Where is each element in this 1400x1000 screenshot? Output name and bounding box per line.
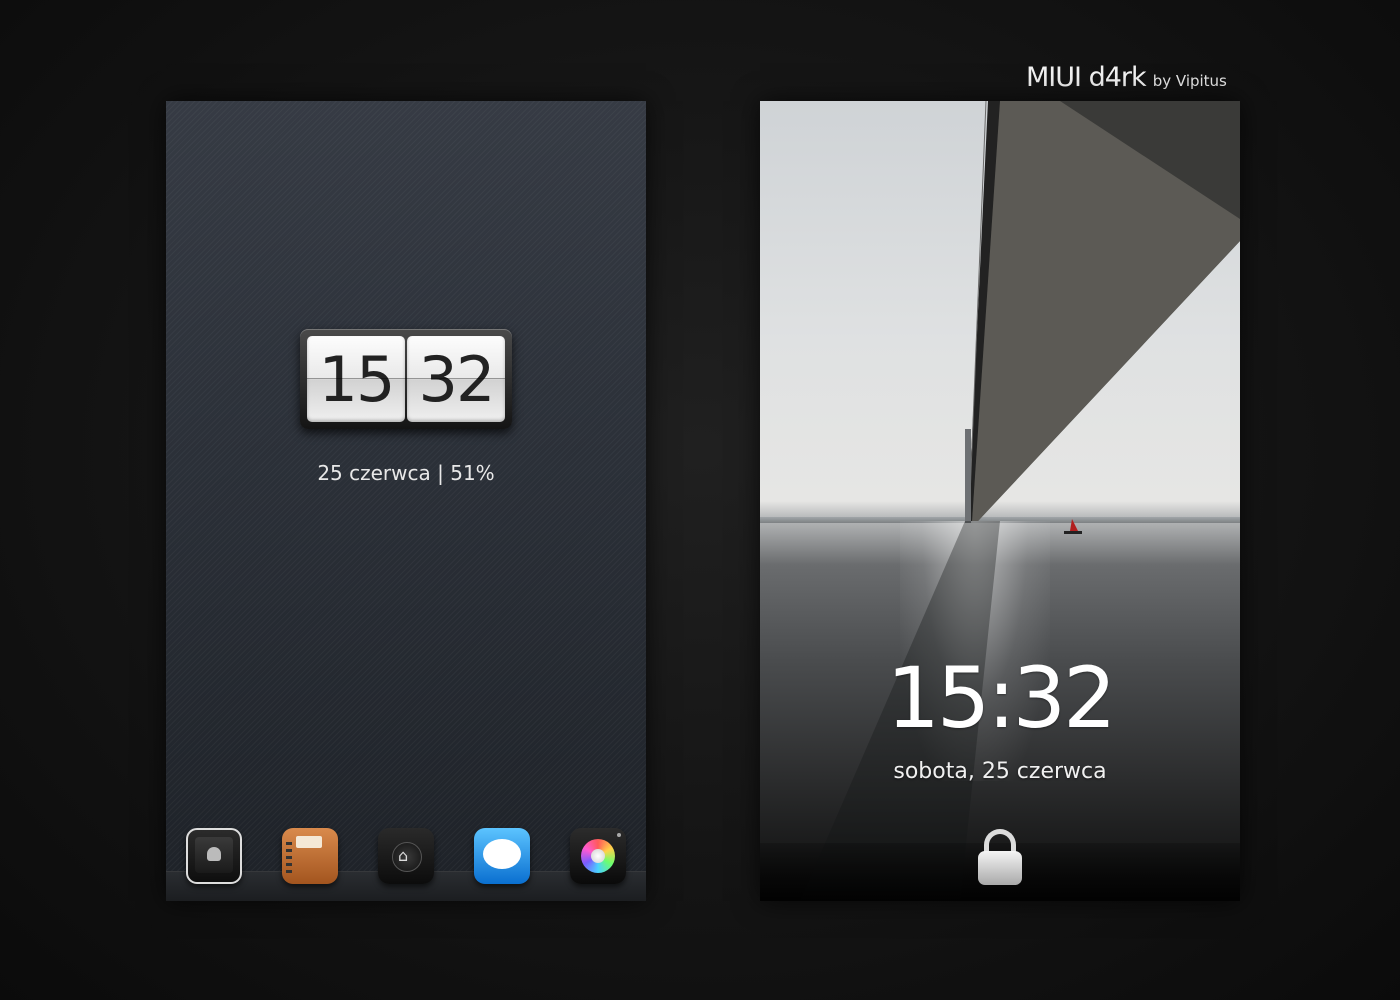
- clock-minutes: 32: [407, 336, 505, 422]
- camera-lens-core: [591, 849, 605, 863]
- lock-icon[interactable]: [976, 825, 1024, 889]
- lock-body: [978, 851, 1022, 885]
- house-icon: ⌂: [398, 846, 409, 865]
- contacts-book-icon[interactable]: [282, 828, 338, 884]
- contacts-paper: [296, 836, 322, 848]
- camera-icon[interactable]: [570, 828, 626, 884]
- lock-time: 15:32: [886, 649, 1116, 747]
- date-battery-label: 25 czerwca | 51%: [317, 461, 495, 485]
- app-dock: ⌂: [166, 819, 646, 901]
- contacts-rings: [286, 842, 292, 876]
- lock-screen: 15:32 sobota, 25 czerwca: [760, 101, 1240, 901]
- flip-clock-widget[interactable]: 15 32: [300, 329, 512, 429]
- sailboat-icon: [1070, 519, 1078, 531]
- lock-date: sobota, 25 czerwca: [893, 759, 1107, 784]
- android-widget-icon[interactable]: [186, 828, 242, 884]
- clock-hours: 15: [307, 336, 405, 422]
- speech-bubble-icon: [483, 839, 521, 869]
- home-screen: 15 32 25 czerwca | 51% ⌂: [166, 101, 646, 901]
- sailboat-hull: [1064, 531, 1082, 534]
- android-robot-icon: [207, 847, 221, 861]
- messages-icon[interactable]: [474, 828, 530, 884]
- flip-seam: [307, 378, 505, 379]
- home-icon[interactable]: ⌂: [378, 828, 434, 884]
- theme-author: by Vipitus: [1152, 72, 1227, 90]
- bridge-tower: [965, 429, 971, 523]
- theme-title: MIUI d4rk: [1026, 62, 1147, 93]
- theme-branding: MIUI d4rk by Vipitus: [1026, 62, 1242, 96]
- camera-flash-dot: [617, 833, 621, 837]
